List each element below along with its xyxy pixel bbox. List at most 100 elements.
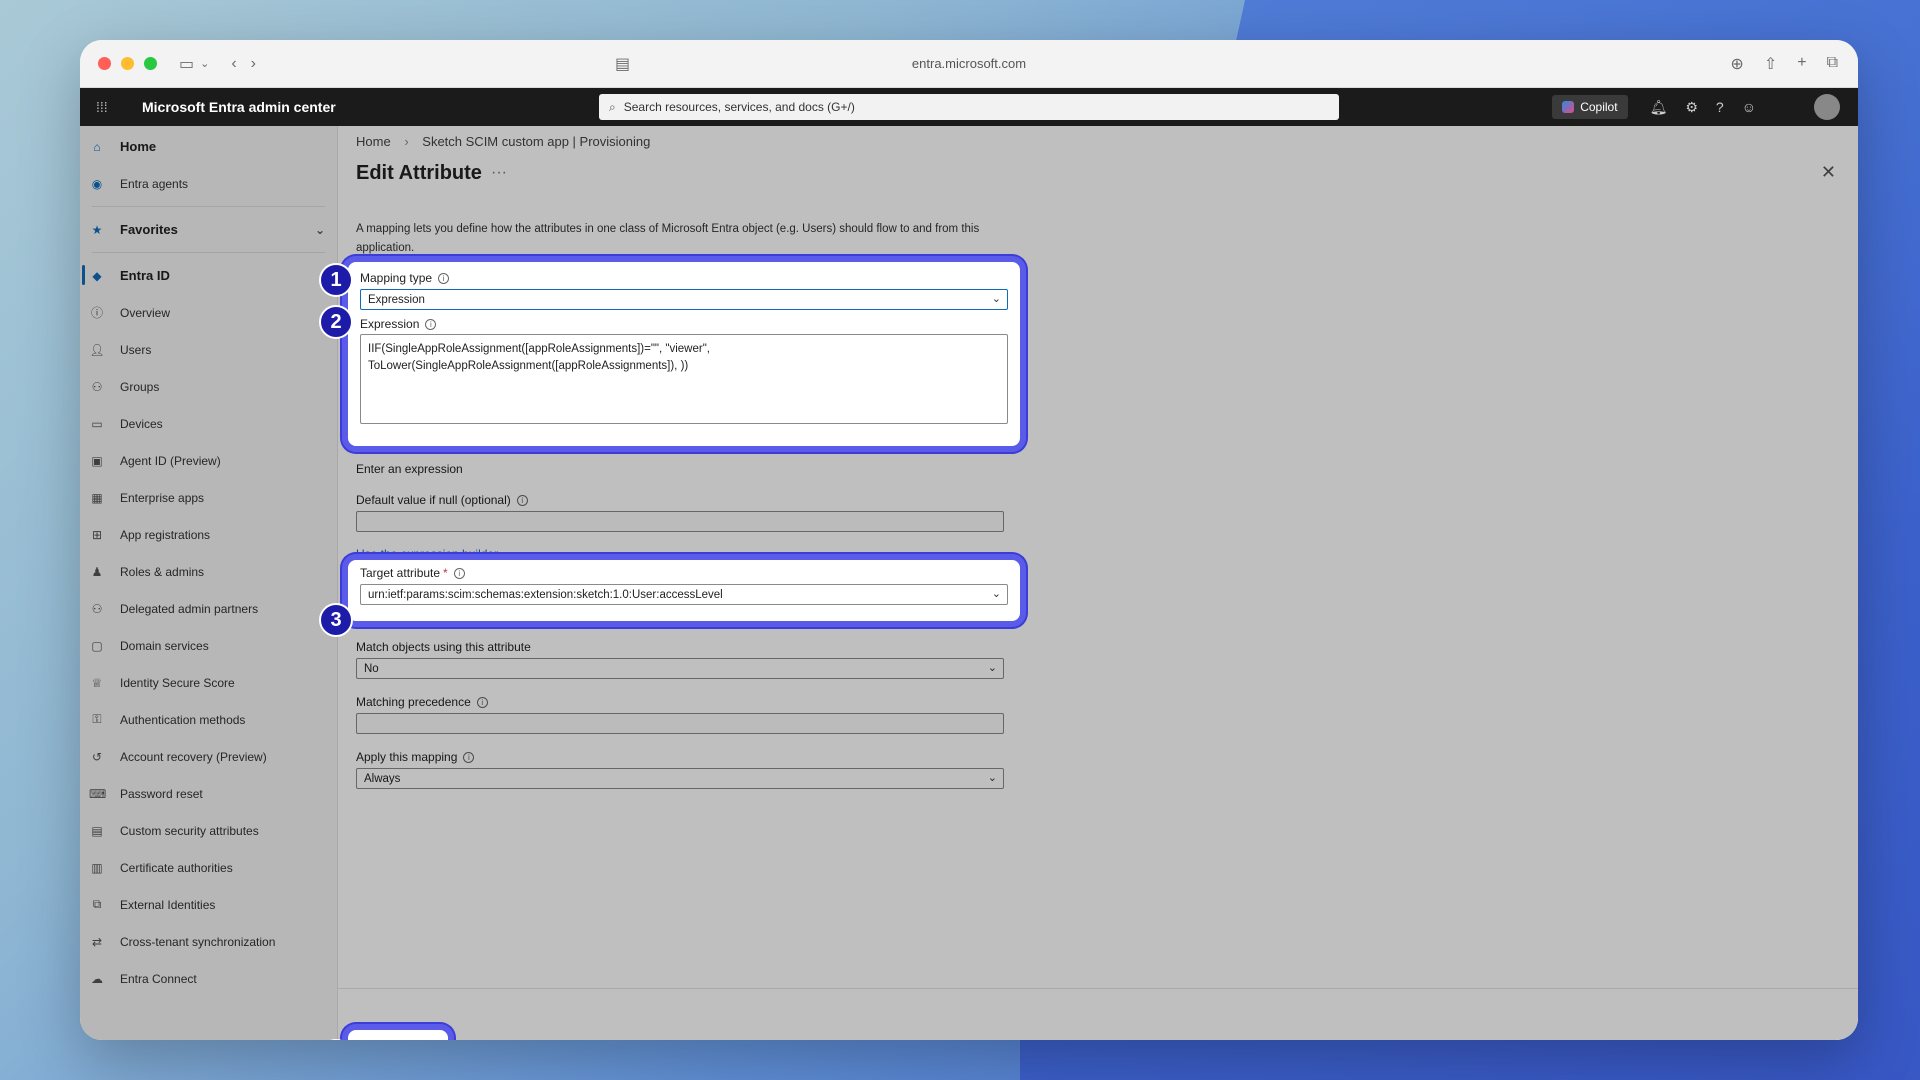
maximize-window-button[interactable]: [144, 57, 157, 70]
tabs-overview-icon[interactable]: ⧉: [1827, 54, 1838, 74]
feedback-icon[interactable]: ☺: [1742, 99, 1756, 115]
more-icon[interactable]: ···: [491, 164, 507, 182]
select-value: Expression: [368, 293, 425, 306]
sidebar-item-roles-admins[interactable]: ♟ Roles & admins: [80, 553, 337, 590]
page-title: Edit Attribute: [356, 162, 482, 184]
sidebar-item-account-recovery[interactable]: ↺ Account recovery (Preview): [80, 738, 337, 775]
chevron-down-icon: ⌄: [987, 772, 997, 784]
address-bar[interactable]: entra.microsoft.com: [912, 56, 1026, 71]
sidebar-item-enterprise-apps[interactable]: ▦ Enterprise apps: [80, 479, 337, 516]
sidebar-item-devices[interactable]: ▭ Devices: [80, 405, 337, 442]
search-box[interactable]: ⌕ Search resources, services, and docs (…: [599, 94, 1339, 120]
sidebar-item-label: External Identities: [120, 897, 216, 912]
step-badge-2: 2: [319, 305, 353, 339]
sidebar-item-cross-tenant-sync[interactable]: ⇄ Cross-tenant synchronization: [80, 923, 337, 960]
bell-icon[interactable]: 🔔︎: [1650, 99, 1668, 116]
sidebar-item-password-reset[interactable]: ⌨ Password reset: [80, 775, 337, 812]
sidebar-item-favorites[interactable]: ★ Favorites ⌄: [80, 211, 337, 248]
star-icon: ★: [91, 222, 103, 237]
sidebar-item-label: Favorites: [120, 222, 178, 237]
new-tab-icon[interactable]: +: [1797, 54, 1806, 74]
sidebar-item-label: Agent ID (Preview): [120, 453, 221, 468]
sidebar-item-label: Certificate authorities: [120, 860, 233, 875]
sidebar-item-delegated-admin-partners[interactable]: ⚇ Delegated admin partners: [80, 590, 337, 627]
breadcrumb-current[interactable]: Sketch SCIM custom app | Provisioning: [422, 134, 650, 149]
chevron-right-icon: ›: [404, 134, 409, 149]
forward-icon[interactable]: ›: [251, 55, 256, 73]
info-icon[interactable]: i: [425, 319, 437, 331]
sidebar-item-entra-agents[interactable]: ◉ Entra agents: [80, 165, 337, 202]
sidebar-toggle-icon[interactable]: ▭: [179, 54, 194, 74]
help-icon[interactable]: ?: [1716, 99, 1724, 115]
required-marker: *: [443, 566, 448, 580]
sidebar-item-label: App registrations: [120, 527, 211, 542]
select-value: Always: [364, 772, 401, 785]
sidebar-item-certificate-authorities[interactable]: ▥ Certificate authorities: [80, 849, 337, 886]
sidebar-item-overview[interactable]: ⓘ Overview: [80, 294, 337, 331]
default-value-label: Default value if null (optional) i: [356, 493, 528, 507]
copilot-icon: [1562, 101, 1575, 113]
expression-label: Expression i: [360, 317, 437, 331]
close-window-button[interactable]: [98, 57, 111, 70]
label-text: Default value if null (optional): [356, 493, 511, 507]
window-controls: [98, 57, 157, 70]
sidebar-item-external-identities[interactable]: ⧉ External Identities: [80, 886, 337, 923]
target-attribute-select[interactable]: urn:ietf:params:scim:schemas:extension:s…: [360, 584, 1008, 605]
breadcrumb-home[interactable]: Home: [356, 134, 391, 149]
sidebar-item-authentication-methods[interactable]: ⚿ Authentication methods: [80, 701, 337, 738]
matching-precedence-input[interactable]: [356, 713, 1004, 734]
share-icon[interactable]: ⇧: [1764, 54, 1777, 74]
info-icon[interactable]: i: [463, 752, 475, 764]
close-icon[interactable]: ✕: [1821, 162, 1836, 183]
page-description: A mapping lets you define how the attrib…: [356, 223, 980, 254]
sidebar-item-users[interactable]: 👤︎ Users: [80, 331, 337, 368]
label-text: Mapping type: [360, 271, 433, 285]
mapping-type-select[interactable]: Expression ⌄: [360, 289, 1008, 310]
sidebar-item-label: Authentication methods: [120, 712, 246, 727]
header-actions: Copilot 🔔︎ ⚙ ? ☺: [1552, 94, 1840, 120]
match-objects-select[interactable]: No ⌄: [356, 658, 1004, 679]
external-icon: ⧉: [92, 897, 102, 911]
sidebar-item-groups[interactable]: ⚇ Groups: [80, 368, 337, 405]
password-icon: ⌨: [89, 786, 107, 801]
sidebar-item-label: Delegated admin partners: [120, 601, 259, 616]
copilot-button[interactable]: Copilot: [1552, 95, 1628, 119]
sidebar-item-label: Enterprise apps: [120, 490, 205, 505]
page-menu-icon[interactable]: ▤: [615, 54, 630, 74]
partners-icon: ⚇: [91, 601, 103, 616]
chevron-down-icon[interactable]: ⌄: [200, 57, 209, 70]
sidebar-item-label: Identity Secure Score: [120, 675, 235, 690]
apply-mapping-select[interactable]: Always ⌄: [356, 768, 1004, 789]
home-icon: ⌂: [93, 139, 101, 154]
app-launcher-icon[interactable]: ⁞⁞⁞: [96, 99, 118, 115]
sidebar-entra-list: ⓘ Overview 👤︎ Users ⚇ Groups ▭ Devices ▣ Agen…: [80, 294, 337, 997]
sidebar-item-home[interactable]: ⌂ Home: [80, 128, 337, 165]
info-icon[interactable]: i: [453, 568, 465, 580]
gear-icon[interactable]: ⚙: [1685, 99, 1698, 116]
label-text: Target attribute: [360, 566, 441, 580]
app-title[interactable]: Microsoft Entra admin center: [142, 99, 336, 115]
sidebar-item-entra-id[interactable]: ◆ Entra ID: [80, 257, 337, 294]
apps-icon: ▦: [91, 490, 103, 505]
info-icon[interactable]: i: [438, 273, 450, 285]
sidebar-item-custom-security-attributes[interactable]: ▤ Custom security attributes: [80, 812, 337, 849]
default-value-input[interactable]: [356, 511, 1004, 532]
label-text: Apply this mapping: [356, 750, 458, 764]
info-icon: ⓘ: [90, 306, 103, 320]
tag-icon: ▤: [91, 823, 103, 838]
expression-textarea[interactable]: IIF(SingleAppRoleAssignment([appRoleAssi…: [360, 334, 1008, 424]
connect-icon: ☁: [91, 971, 103, 986]
devices-icon: ▭: [91, 416, 103, 431]
info-icon[interactable]: i: [516, 495, 528, 507]
sidebar-item-app-registrations[interactable]: ⊞ App registrations: [80, 516, 337, 553]
sidebar-item-domain-services[interactable]: ▢ Domain services: [80, 627, 337, 664]
minimize-window-button[interactable]: [121, 57, 134, 70]
info-icon[interactable]: i: [476, 697, 488, 709]
certificate-icon: ▥: [91, 860, 103, 875]
avatar[interactable]: [1814, 94, 1840, 120]
sidebar-item-identity-secure-score[interactable]: ♕ Identity Secure Score: [80, 664, 337, 701]
sidebar-item-entra-connect[interactable]: ☁ Entra Connect: [80, 960, 337, 997]
back-icon[interactable]: ‹: [231, 55, 236, 73]
download-icon[interactable]: ⊕: [1730, 54, 1743, 74]
sidebar-item-agent-id[interactable]: ▣ Agent ID (Preview): [80, 442, 337, 479]
